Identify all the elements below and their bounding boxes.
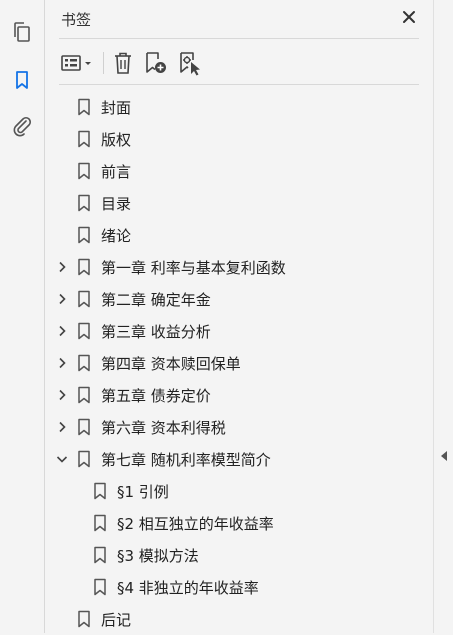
navigation-rail xyxy=(0,0,45,633)
bookmark-item[interactable]: 版权 xyxy=(45,123,433,155)
divider xyxy=(59,84,419,85)
bookmark-icon xyxy=(78,130,90,148)
bookmark-label: 绪论 xyxy=(101,227,132,245)
pages-icon[interactable] xyxy=(8,18,36,46)
chevron-right-icon[interactable] xyxy=(55,324,69,338)
bookmark-label: 前言 xyxy=(101,163,132,181)
bookmark-icon xyxy=(78,450,90,468)
bookmark-item[interactable]: 第六章 资本利得税 xyxy=(45,411,433,443)
bookmark-label: 第四章 资本赎回保单 xyxy=(101,355,241,373)
bookmark-label: 目录 xyxy=(101,195,132,213)
bookmark-icon xyxy=(78,194,90,212)
bookmark-item[interactable]: 第三章 收益分析 xyxy=(45,315,433,347)
chevron-down-icon[interactable] xyxy=(55,452,69,466)
bookmark-icon[interactable] xyxy=(8,66,36,94)
chevron-right-icon[interactable] xyxy=(55,292,69,306)
bookmark-label: 后记 xyxy=(101,611,132,629)
bookmark-icon xyxy=(78,258,90,276)
bookmark-item[interactable]: §3 模拟方法 xyxy=(45,539,433,571)
bookmark-icon xyxy=(78,162,90,180)
bookmark-label: 第六章 资本利得税 xyxy=(101,419,226,437)
bookmark-item[interactable]: §4 非独立的年收益率 xyxy=(45,571,433,603)
bookmark-icon xyxy=(78,290,90,308)
chevron-right-icon[interactable] xyxy=(55,260,69,274)
bookmark-from-selection-icon[interactable] xyxy=(176,49,204,77)
bookmark-item[interactable]: 第二章 确定年金 xyxy=(45,283,433,315)
collapse-arrow-icon[interactable] xyxy=(440,450,448,462)
bookmark-item[interactable]: 绪论 xyxy=(45,219,433,251)
bookmark-item[interactable]: §2 相互独立的年收益率 xyxy=(45,507,433,539)
bookmark-icon xyxy=(78,322,90,340)
bookmark-toolbar xyxy=(59,48,210,78)
bookmark-icon xyxy=(78,98,90,116)
bookmark-icon xyxy=(78,386,90,404)
bookmark-label: 第二章 确定年金 xyxy=(101,291,211,309)
bookmark-icon xyxy=(78,418,90,436)
bookmark-item[interactable]: 目录 xyxy=(45,187,433,219)
chevron-right-icon[interactable] xyxy=(55,356,69,370)
toolbar-separator xyxy=(103,52,104,74)
bookmark-label: 第五章 债券定价 xyxy=(101,387,211,405)
close-icon[interactable] xyxy=(399,7,419,27)
delete-icon[interactable] xyxy=(110,49,136,77)
divider xyxy=(59,38,419,39)
bookmark-label: §1 引例 xyxy=(117,483,169,501)
bookmark-item[interactable]: 第四章 资本赎回保单 xyxy=(45,347,433,379)
attachment-icon[interactable] xyxy=(8,112,36,140)
bookmark-item[interactable]: 第五章 债券定价 xyxy=(45,379,433,411)
panel-collapse-strip[interactable] xyxy=(433,0,453,633)
bookmark-label: §3 模拟方法 xyxy=(117,547,199,565)
bookmark-item[interactable]: 后记 xyxy=(45,603,433,635)
bookmark-label: §4 非独立的年收益率 xyxy=(117,579,259,597)
bookmark-icon xyxy=(94,514,106,532)
bookmark-tree: 封面 版权 前言 目录 绪论 第一章 利率与基本复利函数 第二章 确定年金 第三章 收益分析第… xyxy=(45,91,433,635)
bookmark-label: 第一章 利率与基本复利函数 xyxy=(101,259,286,277)
new-bookmark-icon[interactable] xyxy=(142,49,170,77)
bookmark-item[interactable]: 第七章 随机利率模型简介 xyxy=(45,443,433,475)
bookmark-label: 第三章 收益分析 xyxy=(101,323,211,341)
bookmark-icon xyxy=(94,578,106,596)
bookmark-item[interactable]: 前言 xyxy=(45,155,433,187)
bookmark-label: 封面 xyxy=(101,99,132,117)
chevron-right-icon[interactable] xyxy=(55,388,69,402)
bookmark-icon xyxy=(78,610,90,628)
bookmark-icon xyxy=(78,354,90,372)
bookmark-icon xyxy=(94,546,106,564)
bookmark-item[interactable]: 封面 xyxy=(45,91,433,123)
bookmark-icon xyxy=(94,482,106,500)
panel-title: 书签 xyxy=(61,11,92,29)
chevron-right-icon[interactable] xyxy=(55,420,69,434)
bookmark-item[interactable]: 第一章 利率与基本复利函数 xyxy=(45,251,433,283)
bookmarks-panel: 书签 封面 版权 前言 目录 绪论 第一章 利率与基本复利函数 第二章 确定年金… xyxy=(45,0,433,633)
bookmark-label: 第七章 随机利率模型简介 xyxy=(101,451,271,469)
bookmark-label: 版权 xyxy=(101,131,132,149)
bookmark-item[interactable]: §1 引例 xyxy=(45,475,433,507)
bookmark-icon xyxy=(78,226,90,244)
options-menu-icon[interactable] xyxy=(59,49,97,77)
bookmark-label: §2 相互独立的年收益率 xyxy=(117,515,274,533)
